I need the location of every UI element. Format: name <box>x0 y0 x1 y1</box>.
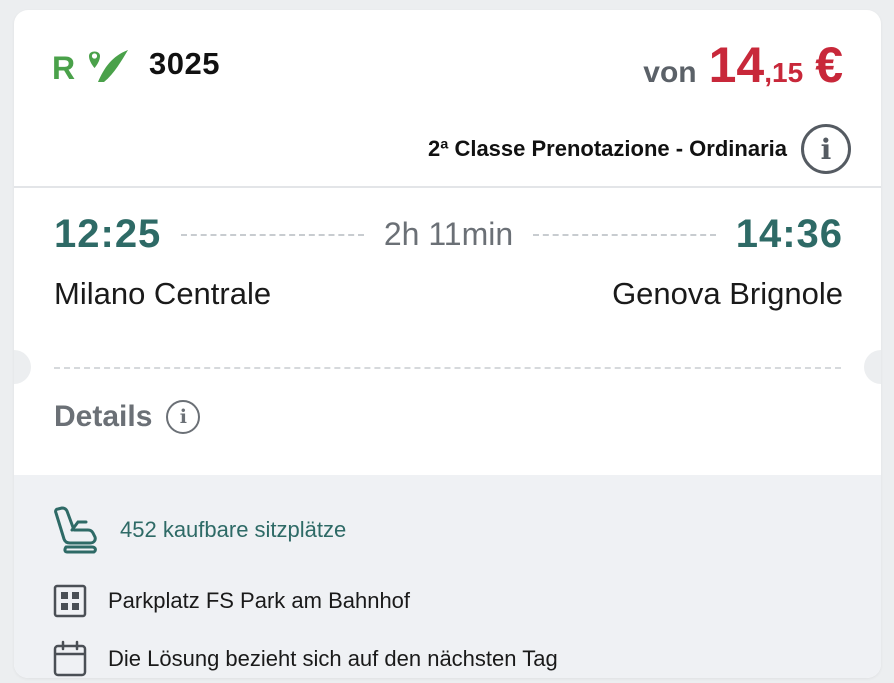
ticket-perforation <box>54 367 841 369</box>
seat-icon <box>54 506 97 554</box>
parking-grid-icon <box>53 584 87 618</box>
price-integer: 14 <box>708 37 765 93</box>
stations-row: Milano Centrale Genova Brignole <box>54 276 843 312</box>
regionale-veloce-logo-icon: R <box>52 50 128 86</box>
departure-time: 12:25 <box>54 212 162 256</box>
features-panel: 452 kaufbare sitzplätze Parkplatz FS Par… <box>14 475 881 678</box>
calendar-icon <box>53 640 87 677</box>
available-seats-text: 452 kaufbare sitzplätze <box>120 517 347 542</box>
price: von 14 ,15 € <box>643 36 843 94</box>
seats-row: 452 kaufbare sitzplätze <box>52 505 346 555</box>
fare-info-icon[interactable]: i <box>801 124 851 174</box>
dashed-connector <box>533 233 716 236</box>
train-solution-card[interactable]: R 3025 von 14 ,15 € 2ª Classe Prenotazio… <box>14 10 881 678</box>
parking-text: Parkplatz FS Park am Bahnhof <box>108 588 411 613</box>
details-toggle[interactable]: Details i <box>54 400 201 434</box>
price-from-label: von <box>643 56 697 89</box>
train-number: 3025 <box>149 46 220 81</box>
fare-row: 2ª Classe Prenotazione - Ordinaria i <box>428 124 851 174</box>
ticket-notch-left <box>14 350 31 384</box>
details-info-icon[interactable]: i <box>166 400 201 434</box>
arrival-time: 14:36 <box>735 212 844 256</box>
price-currency: € <box>815 37 843 93</box>
times-row: 12:25 2h 11min 14:36 <box>54 212 843 257</box>
header-divider <box>14 186 881 188</box>
next-day-text: Die Lösung bezieht sich auf den nächsten… <box>108 646 558 671</box>
ticket-notch-right <box>864 350 881 384</box>
origin-station: Milano Centrale <box>54 276 272 311</box>
journey-duration: 2h 11min <box>383 216 514 252</box>
next-day-row: Die Lösung bezieht sich auf den nächsten… <box>52 640 558 678</box>
svg-text:R: R <box>52 50 75 86</box>
card-header: R 3025 von 14 ,15 € 2ª Classe Prenotazio… <box>14 10 881 186</box>
details-label[interactable]: Details <box>54 400 152 434</box>
price-decimal: ,15 <box>764 57 804 88</box>
dashed-connector <box>181 233 364 236</box>
fare-label: 2ª Classe Prenotazione - Ordinaria <box>427 136 787 161</box>
destination-station: Genova Brignole <box>612 276 843 311</box>
parking-row: Parkplatz FS Park am Bahnhof <box>52 583 410 619</box>
